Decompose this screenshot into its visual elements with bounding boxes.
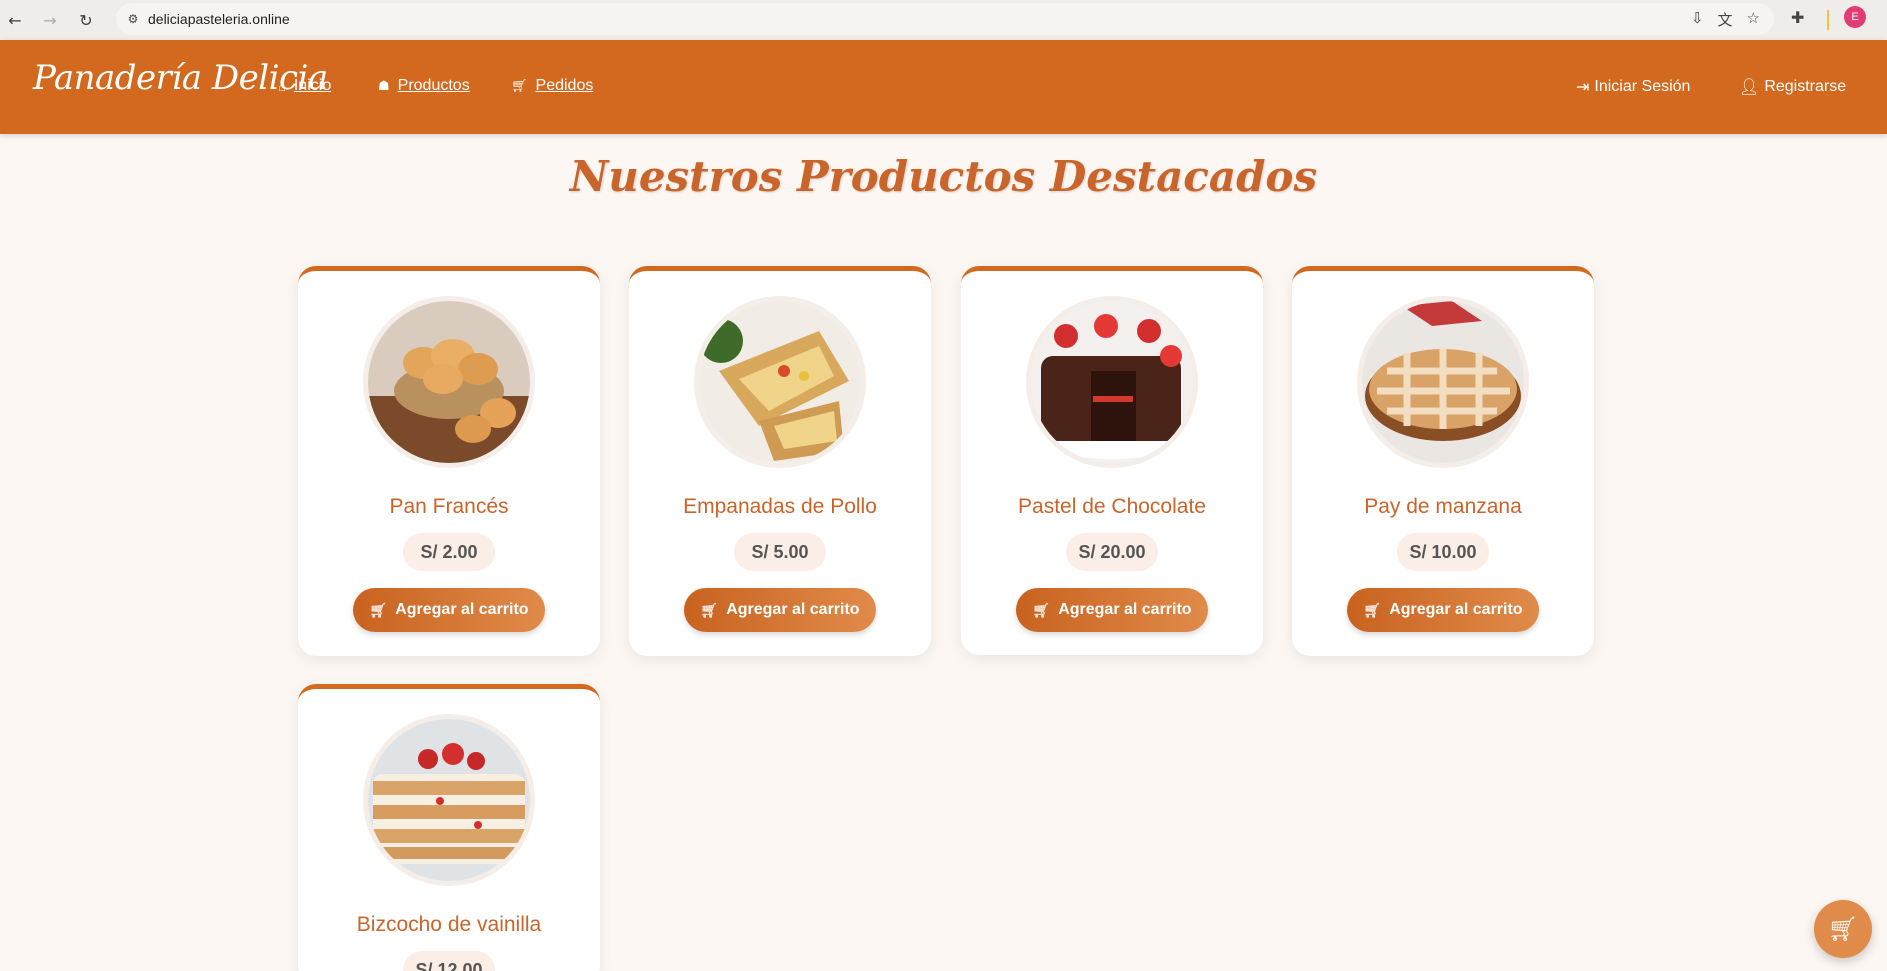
product-card: Pastel de Chocolate S/ 20.00 🛒︎ Agregar … [961,266,1263,655]
bookmark-star-icon[interactable]: ☆ [1747,9,1760,30]
product-name: Bizcocho de vainilla [356,913,542,936]
profile-avatar[interactable]: E [1844,6,1866,28]
add-to-cart-label: Agregar al carrito [1389,601,1523,618]
nav-pedidos-label: Pedidos [535,77,594,94]
product-name: Empanadas de Pollo [683,495,877,518]
product-price: S/ 10.00 [1397,533,1489,571]
product-card: Bizcocho de vainilla S/ 12.00 [298,684,600,971]
add-to-cart-button[interactable]: 🛒︎ Agregar al carrito [684,588,876,632]
product-card: Pay de manzana S/ 10.00 🛒︎ Agregar al ca… [1292,266,1594,656]
product-card: Empanadas de Pollo S/ 5.00 🛒︎ Agregar al… [629,266,931,656]
add-to-cart-label: Agregar al carrito [726,601,860,618]
forward-icon[interactable]: → [39,9,61,31]
back-icon[interactable]: ← [4,9,26,31]
cart-icon: 🛒︎ [700,601,719,618]
product-image-pay-manzana [1357,296,1529,468]
product-card: Pan Francés S/ 2.00 🛒︎ Agregar al carrit… [298,266,600,656]
url-text[interactable]: deliciapasteleria.online [148,11,290,27]
address-bar[interactable]: ⚙ deliciapasteleria.online ⇩ 文 ☆ [116,3,1774,35]
login-label: Iniciar Sesión [1594,78,1691,95]
home-icon: ⌂ [278,78,286,94]
cart-icon: 🛒︎ [511,78,528,93]
product-image-empanadas [694,296,866,468]
user-plus-icon: 👤︎ [1739,79,1760,96]
nav-pedidos[interactable]: 🛒︎ Pedidos [511,77,593,95]
nav-productos[interactable]: ☗ Productos [378,77,470,95]
nav-productos-label: Productos [397,77,470,94]
cart-icon: 🛒︎ [1032,601,1051,618]
cart-icon: 🛒︎ [1363,601,1382,618]
add-to-cart-button[interactable]: 🛒︎ Agregar al carrito [1016,588,1208,632]
nav-inicio-label: Inicio [293,77,332,94]
toolbar-divider [1827,10,1829,30]
reload-icon[interactable]: ↻ [75,9,97,31]
product-price: S/ 20.00 [1066,533,1158,571]
install-app-icon[interactable]: ⇩ [1691,9,1704,30]
login-link[interactable]: ⇥ Iniciar Sesión [1576,77,1690,97]
add-to-cart-button[interactable]: 🛒︎ Agregar al carrito [353,588,545,632]
chef-hat-icon: ☗ [378,78,390,93]
product-name: Pan Francés [389,495,509,518]
register-label: Registrarse [1764,78,1847,95]
browser-toolbar: ← → ↻ ⚙ deliciapasteleria.online ⇩ 文 ☆ ✚… [0,0,1887,40]
nav-inicio[interactable]: ⌂ Inicio [278,77,331,95]
extensions-icon[interactable]: ✚ [1791,8,1804,27]
product-image-pan-frances [363,296,535,468]
sign-in-icon: ⇥ [1576,79,1590,96]
page-title: Nuestros Productos Destacados [569,152,1318,201]
add-to-cart-button[interactable]: 🛒︎ Agregar al carrito [1347,588,1539,632]
add-to-cart-label: Agregar al carrito [395,601,529,618]
product-image-pastel-chocolate [1026,296,1198,468]
site-settings-icon[interactable]: ⚙ [124,10,142,28]
product-price: S/ 2.00 [403,533,495,571]
floating-cart-button[interactable]: 🛒︎ [1814,900,1872,958]
cart-icon: 🛒︎ [369,601,388,618]
product-name: Pastel de Chocolate [1018,495,1206,518]
site-header: Panadería Delicia ⌂ Inicio ☗ Productos 🛒… [0,40,1887,134]
cart-icon: 🛒︎ [1827,915,1859,943]
product-image-bizcocho-vainilla [363,714,535,886]
register-link[interactable]: 👤︎ Registrarse [1739,77,1846,97]
translate-icon[interactable]: 文 [1718,9,1733,30]
product-name: Pay de manzana [1364,495,1522,518]
product-price: S/ 12.00 [403,951,495,971]
add-to-cart-label: Agregar al carrito [1058,601,1192,618]
product-price: S/ 5.00 [734,533,826,571]
